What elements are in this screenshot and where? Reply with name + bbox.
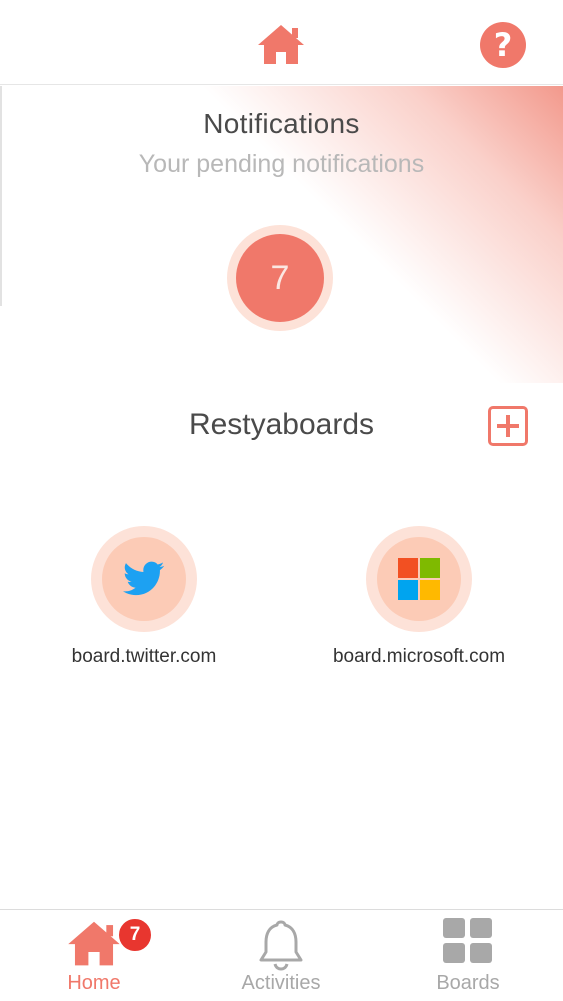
bell-icon xyxy=(259,920,303,971)
grid-icon xyxy=(443,918,492,963)
nav-boards-label: Boards xyxy=(436,972,500,994)
nav-home-label: Home xyxy=(67,972,121,994)
nav-home[interactable]: 7 Home xyxy=(24,910,164,1001)
add-board-button[interactable] xyxy=(488,406,528,446)
board-label: board.microsoft.com xyxy=(332,646,506,667)
nav-activities-label: Activities xyxy=(241,972,321,994)
board-item-twitter[interactable]: board.twitter.com xyxy=(34,526,254,668)
notification-count-ring: 7 xyxy=(227,225,333,331)
twitter-icon xyxy=(123,561,165,596)
board-icon-ring xyxy=(91,526,197,632)
notifications-title: Notifications xyxy=(203,108,360,139)
home-icon xyxy=(68,921,120,966)
bottom-nav: 7 Home Activities Boards xyxy=(0,909,563,1001)
nav-boards[interactable]: Boards xyxy=(398,910,538,1001)
notification-count-button[interactable]: 7 xyxy=(236,234,324,322)
board-icon-ring xyxy=(366,526,472,632)
boards-section-title: Restyaboards xyxy=(188,408,375,441)
help-icon[interactable]: ? xyxy=(480,22,526,68)
notifications-panel: Notifications Your pending notifications… xyxy=(0,86,563,383)
board-label: board.twitter.com xyxy=(71,646,217,667)
notification-badge: 7 xyxy=(117,917,153,953)
notifications-subtitle: Your pending notifications xyxy=(138,150,425,178)
microsoft-icon xyxy=(398,558,440,600)
board-item-microsoft[interactable]: board.microsoft.com xyxy=(309,526,529,668)
home-icon[interactable] xyxy=(256,22,306,66)
nav-activities[interactable]: Activities xyxy=(211,910,351,1001)
top-bar: ? xyxy=(0,0,563,85)
